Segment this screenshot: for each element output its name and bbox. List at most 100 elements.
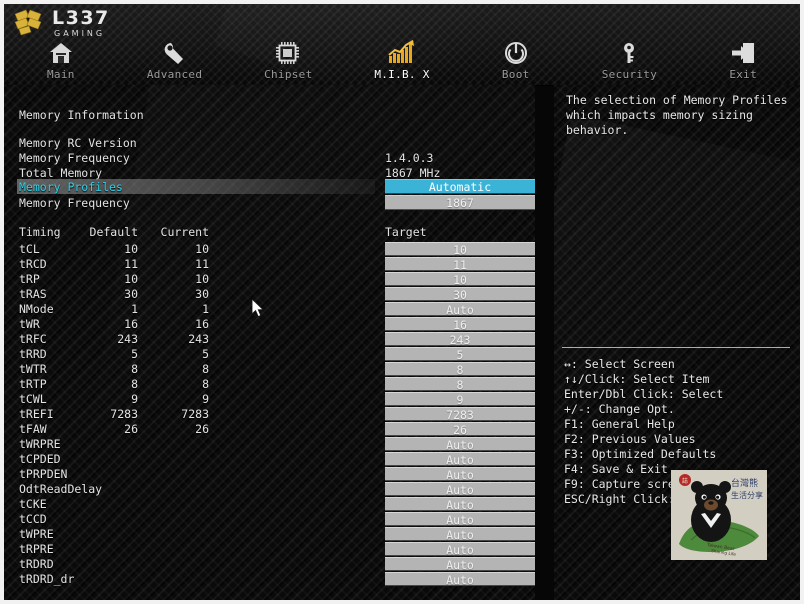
memory-timing-table: Timing Default Current Target tCL 10 10 10 t… [4,225,535,587]
nav-item-exit[interactable]: Exit [686,30,800,85]
table-row[interactable]: tRDRD_dr Auto [4,572,535,587]
timing-name: tWR [19,317,40,331]
setting-label: Memory Profiles [19,180,123,194]
timing-current: 9 [202,392,209,406]
bar-chart-icon [387,39,417,65]
setting-row-memory-profiles[interactable]: Memory Profiles Automatic [4,179,535,195]
nav-label: Chipset [264,68,313,81]
table-row[interactable]: tRAS 30 30 30 [4,287,535,302]
table-row[interactable]: tRPRE Auto [4,542,535,557]
timing-name: tRCD [19,257,47,271]
timing-target-field[interactable]: 243 [385,332,535,347]
table-row[interactable]: OdtReadDelay Auto [4,482,535,497]
table-row[interactable]: tFAW 26 26 26 [4,422,535,437]
header-bar: L337 GAMING Main Advanced Chipset M.I.B.… [4,4,800,86]
timing-name: tCPDED [19,452,61,466]
nav-label: Boot [501,68,530,81]
info-row-memory-frequency: Memory Frequency 1867 MHz [19,136,440,180]
timing-target-field[interactable]: Auto [385,467,535,482]
timing-name: tRDRD [19,557,54,571]
timing-default: 5 [131,347,138,361]
key-icon [616,39,642,65]
table-row[interactable]: tRP 10 10 10 [4,272,535,287]
nav-item-security[interactable]: Security [573,30,687,85]
table-row[interactable]: tRFC 243 243 243 [4,332,535,347]
timing-default: 8 [131,362,138,376]
pinwheel-logo-icon [12,8,46,38]
table-row[interactable]: tWRPRE Auto [4,437,535,452]
table-row[interactable]: tRRD 5 5 5 [4,347,535,362]
timing-target-field[interactable]: 8 [385,377,535,392]
table-row[interactable]: tRTP 8 8 8 [4,377,535,392]
nav-item-boot[interactable]: Boot [459,30,573,85]
timing-target-field[interactable]: 16 [385,317,535,332]
timing-target-field[interactable]: Auto [385,527,535,542]
timing-default: 10 [124,272,138,286]
nav-item-main[interactable]: Main [4,30,118,85]
setting-row-memory-frequency[interactable]: Memory Frequency 1867 [4,195,535,211]
timing-name: tPRPDEN [19,467,68,481]
timing-current: 11 [195,257,209,271]
timing-target-field[interactable]: Auto [385,437,535,452]
timing-target-field[interactable]: 10 [385,242,535,257]
timing-default: 16 [124,317,138,331]
table-row[interactable]: tRCD 11 11 11 [4,257,535,272]
timing-default: 26 [124,422,138,436]
nav-label: Exit [729,68,758,81]
timing-name: tCL [19,242,40,256]
timing-target-field[interactable]: 11 [385,257,535,272]
setup-body: Memory Information Memory RC Version 1.4… [4,85,800,600]
timing-default: 9 [131,392,138,406]
timing-target-field[interactable]: 7283 [385,407,535,422]
timing-target-field[interactable]: Auto [385,557,535,572]
timing-default: 1 [131,302,138,316]
table-row[interactable]: tCPDED Auto [4,452,535,467]
timing-name: tRDRD_dr [19,572,75,586]
timing-current: 16 [195,317,209,331]
timing-target-field[interactable]: 9 [385,392,535,407]
memory-information-block: Memory Information Memory RC Version 1.4… [19,93,482,195]
taiwan-black-bear-sticker: 誌 台灣熊 生活分享 Taiwan Bear Sharing Life [671,470,767,560]
table-row[interactable]: tCWL 9 9 9 [4,392,535,407]
timing-name: tRFC [19,332,47,346]
brand-logo: L337 GAMING [12,8,110,38]
timing-target-field[interactable]: 8 [385,362,535,377]
timing-target-field[interactable]: 5 [385,347,535,362]
table-row[interactable]: tWR 16 16 16 [4,317,535,332]
timing-target-field[interactable]: Auto [385,572,535,587]
table-row[interactable]: tCKE Auto [4,497,535,512]
memory-profiles-value[interactable]: Automatic [385,179,535,194]
timing-name: tFAW [19,422,47,436]
timing-target-field[interactable]: Auto [385,302,535,317]
nav-item-chipset[interactable]: Chipset [231,30,345,85]
info-value: 1.4.0.3 [385,151,434,165]
timing-target-field[interactable]: Auto [385,452,535,467]
timing-name: tREFI [19,407,54,421]
nav-label: Security [601,68,658,81]
timing-target-field[interactable]: 30 [385,287,535,302]
table-row[interactable]: tPRPDEN Auto [4,467,535,482]
table-row[interactable]: tWPRE Auto [4,527,535,542]
table-row[interactable]: tREFI 7283 7283 7283 [4,407,535,422]
timing-target-field[interactable]: Auto [385,482,535,497]
power-icon [503,39,529,65]
table-row[interactable]: NMode 1 1 Auto [4,302,535,317]
timing-target-field[interactable]: 10 [385,272,535,287]
nav-label: Main [47,68,75,81]
table-row[interactable]: tWTR 8 8 8 [4,362,535,377]
timing-target-field[interactable]: Auto [385,542,535,557]
timing-default: 10 [124,242,138,256]
timing-target-field[interactable]: 26 [385,422,535,437]
settings-pane: Memory Information Memory RC Version 1.4… [4,85,535,600]
timing-name: tCKE [19,497,47,511]
timing-target-field[interactable]: Auto [385,497,535,512]
setting-label: Memory Frequency [19,196,130,210]
table-row[interactable]: tCL 10 10 10 [4,242,535,257]
table-row[interactable]: tRDRD Auto [4,557,535,572]
nav-item-mibx[interactable]: M.I.B. X [345,30,459,85]
timing-current: 30 [195,287,209,301]
nav-item-advanced[interactable]: Advanced [118,30,232,85]
table-row[interactable]: tCCD Auto [4,512,535,527]
memory-frequency-value[interactable]: 1867 [385,195,535,210]
timing-target-field[interactable]: Auto [385,512,535,527]
